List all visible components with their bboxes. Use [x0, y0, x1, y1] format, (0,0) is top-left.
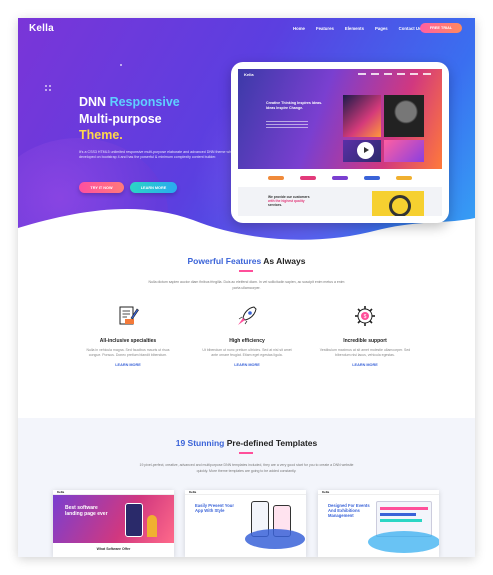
mockup-bottom-text: We provide our customers with the highes… [268, 195, 310, 208]
decorative-dot [45, 85, 47, 87]
dashboard-bar [380, 519, 422, 522]
template-preview: Easily Present Your App With Style [185, 495, 306, 549]
mockup-logo-strip [238, 169, 442, 187]
template-logo: Kella [322, 490, 330, 494]
gear-money-icon: $ [355, 306, 375, 326]
template-headline: Best software landing page ever [65, 505, 108, 517]
decorative-dot [49, 85, 51, 87]
features-description: Nulla dictum sapien auctor diam finibus … [148, 280, 345, 290]
template-footer [185, 543, 306, 557]
mockup-hero: Kella Creative Thinking Inspires Ideas. … [238, 69, 442, 169]
feature-card: $ Incredible support Vestibulum maximus … [310, 304, 420, 367]
mockup-photo [343, 95, 381, 137]
template-logo: Kella [57, 490, 65, 494]
decorative-dot [45, 89, 47, 91]
menu-item-elements[interactable]: Elements [345, 26, 364, 31]
feature-learn-more-link[interactable]: LEARN MORE [310, 363, 420, 367]
hero-title-accent: Responsive [109, 95, 180, 109]
menu-item-contact[interactable]: Contact Us [399, 26, 422, 31]
template-preview: Designed For Events And Exhibitions Mana… [318, 495, 439, 553]
hero-title-line2: Multi-purpose [79, 111, 162, 126]
templates-title: 19 Stunning Pre-defined Templates [18, 438, 475, 448]
template-card[interactable]: Kella Designed For Events And Exhibition… [318, 490, 439, 557]
feature-title: Incredible support [343, 338, 387, 344]
menu-item-home[interactable]: Home [293, 26, 305, 31]
feature-card: High efficiency Ut bibendum ut nunc pret… [192, 304, 302, 367]
feature-learn-more-link[interactable]: LEARN MORE [192, 363, 302, 367]
rocket-icon [238, 306, 257, 325]
feature-text: Vestibulum maximus at sit amet molestie … [319, 348, 411, 358]
template-headline: Easily Present Your App With Style [195, 503, 234, 514]
feature-text: Nulla in vehicula magna. Sed faucibus ma… [86, 348, 170, 358]
feature-title: All-inclusive specialties [99, 338, 157, 344]
mockup-headline: Creative Thinking Inspires Ideas. Ideas … [266, 101, 323, 110]
site-logo[interactable]: Kella [29, 23, 54, 34]
dashboard-bar [380, 507, 428, 510]
feature-card: All-inclusive specialties Nulla in vehic… [73, 304, 183, 367]
mockup-bottom: We provide our customers with the highes… [238, 187, 442, 216]
play-icon [357, 142, 374, 159]
mockup-text-lines [266, 121, 308, 130]
free-trial-button[interactable]: FREE TRIAL [420, 23, 462, 33]
tablet-screen: Kella Creative Thinking Inspires Ideas. … [238, 69, 442, 216]
template-footer [318, 543, 439, 557]
template-card[interactable]: Kella Easily Present Your App With Style [185, 490, 306, 557]
mockup-logo: Kella [244, 72, 254, 77]
partner-logo [268, 176, 284, 180]
partner-logo [300, 176, 316, 180]
template-headline: Designed For Events And Exhibitions Mana… [328, 503, 370, 519]
tablet-mockup: Kella Creative Thinking Inspires Ideas. … [231, 62, 449, 223]
feature-learn-more-link[interactable]: LEARN MORE [73, 363, 183, 367]
menu-item-pages[interactable]: Pages [375, 26, 388, 31]
top-navbar: Kella Home Features Elements Pages Conta… [18, 18, 475, 40]
features-title-rest: As Always [261, 256, 306, 266]
mockup-bottom-line: services. [268, 203, 283, 208]
partner-logo [396, 176, 412, 180]
template-card[interactable]: Kella Best software landing page ever Wh… [53, 490, 174, 557]
document-pen-icon [119, 306, 139, 325]
features-title-accent: Powerful Features [187, 256, 262, 266]
menu-item-features[interactable]: Features [316, 26, 334, 31]
decorative-dot [120, 64, 122, 66]
learn-more-button[interactable]: LEARN MORE [130, 182, 177, 193]
person-illustration [147, 515, 157, 537]
dashboard-bar [380, 513, 416, 516]
hero-description: It's a CSS3 HTML5 unlimited responsive m… [79, 150, 236, 160]
template-footer: What Software Offer [96, 547, 131, 551]
svg-text:$: $ [364, 314, 367, 320]
partner-logo [332, 176, 348, 180]
feature-text: Ut bibendum ut nunc pretium ultricies. S… [202, 348, 292, 358]
templates-title-rest: Pre-defined Templates [224, 438, 318, 448]
templates-title-accent: 19 Stunning [175, 438, 225, 448]
partner-logo [364, 176, 380, 180]
templates-description: 19 pixel-perfect, creative, advanced and… [139, 463, 354, 473]
features-title: Powerful Features As Always [18, 256, 475, 266]
try-it-now-button[interactable]: TRY IT NOW [79, 182, 124, 193]
phone-illustration [125, 503, 143, 537]
title-underline [239, 270, 253, 272]
template-logo: Kella [189, 490, 197, 494]
headphones-image [372, 191, 424, 216]
decorative-dot [49, 89, 51, 91]
hero-title-line3: Theme. [79, 128, 123, 142]
mockup-photo [384, 95, 424, 137]
hero-title-part1: DNN [79, 95, 110, 109]
hero-title: DNN Responsive Multi-purpose Theme. [79, 94, 180, 144]
page-frame: Kella Home Features Elements Pages Conta… [18, 18, 475, 557]
feature-title: High efficiency [229, 338, 265, 344]
hero-section: Kella Home Features Elements Pages Conta… [18, 18, 475, 250]
mockup-menu [358, 73, 436, 75]
mockup-photo [384, 140, 424, 162]
template-preview: Best software landing page ever [53, 495, 174, 543]
main-menu: Home Features Elements Pages Contact Us [293, 26, 432, 31]
title-underline [239, 452, 253, 454]
